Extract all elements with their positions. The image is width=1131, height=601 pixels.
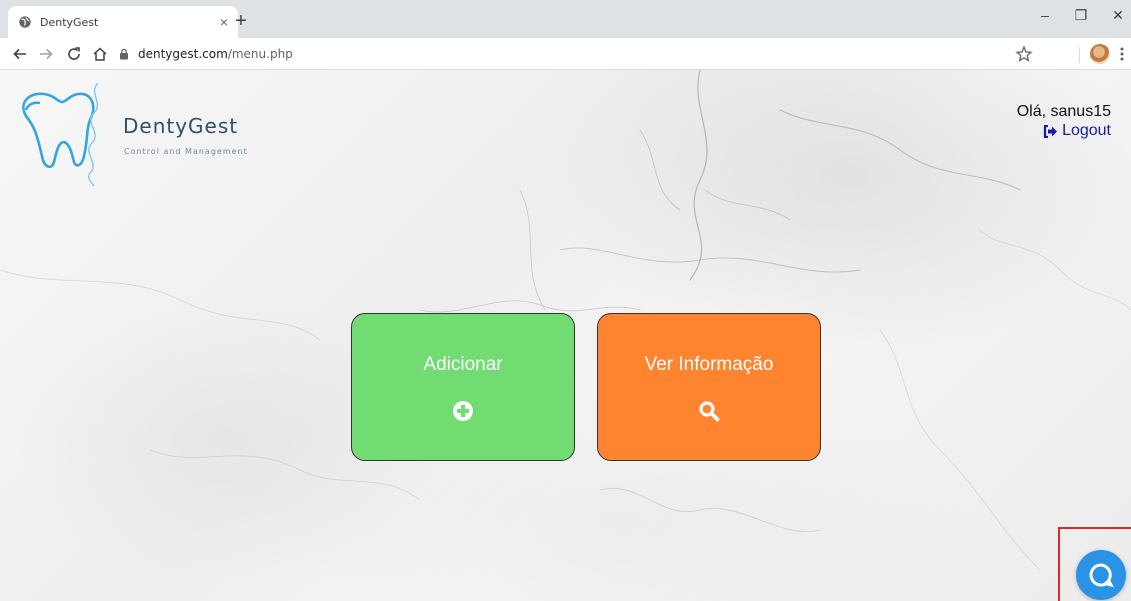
minimize-icon[interactable]: – (1030, 7, 1060, 23)
brand-tagline: Control and Management (124, 147, 248, 156)
view-label: Ver Informação (644, 354, 774, 375)
brand-name: DentyGest (123, 114, 239, 138)
new-tab-button[interactable]: + (228, 9, 254, 33)
close-window-icon[interactable]: ✕ (1103, 7, 1131, 24)
search-icon (699, 401, 720, 422)
arrow-right-icon (40, 48, 53, 60)
back-button[interactable] (8, 42, 32, 66)
chat-button[interactable] (1076, 550, 1126, 600)
kebab-menu-icon[interactable] (1118, 45, 1126, 63)
tab-close-icon[interactable]: × (220, 14, 228, 30)
globe-icon (19, 16, 31, 28)
page-content: DentyGest Control and Management Olá, sa… (0, 70, 1131, 601)
user-greeting: Olá, sanus15 (1016, 103, 1111, 120)
bookmark-star-icon[interactable] (1015, 45, 1033, 63)
reload-button[interactable] (62, 42, 86, 66)
forward-button[interactable] (34, 42, 58, 66)
toolbar-divider (1079, 47, 1080, 63)
restore-icon[interactable]: ❐ (1066, 7, 1096, 24)
url-domain: dentygest.com (138, 47, 228, 61)
brand-logo[interactable]: DentyGest Control and Management (18, 78, 258, 188)
browser-toolbar: dentygest.com /menu.php (0, 38, 1131, 70)
browser-tab[interactable]: DentyGest × (8, 6, 238, 38)
user-panel: Olá, sanus15 Logout (1017, 103, 1111, 140)
add-label: Adicionar (423, 354, 503, 375)
lock-icon (120, 48, 128, 60)
profile-avatar[interactable] (1090, 44, 1110, 64)
arrow-left-icon (13, 48, 26, 60)
chat-bubble-icon (1089, 563, 1114, 588)
reload-icon (68, 47, 80, 60)
address-bar[interactable]: dentygest.com /menu.php (118, 43, 1048, 65)
url-path: /menu.php (227, 47, 293, 61)
view-info-button[interactable]: Ver Informação (597, 313, 821, 461)
logout-label: Logout (1062, 122, 1111, 139)
tab-title: DentyGest (40, 15, 99, 29)
sign-out-icon (1043, 124, 1058, 138)
add-button[interactable]: Adicionar (351, 313, 575, 461)
browser-tabstrip: DentyGest × + – ❐ ✕ (0, 0, 1131, 38)
tooth-icon (22, 82, 99, 187)
plus-circle-icon (453, 401, 473, 421)
home-icon (93, 47, 107, 61)
logout-link[interactable]: Logout (1017, 122, 1111, 140)
home-button[interactable] (88, 42, 112, 66)
